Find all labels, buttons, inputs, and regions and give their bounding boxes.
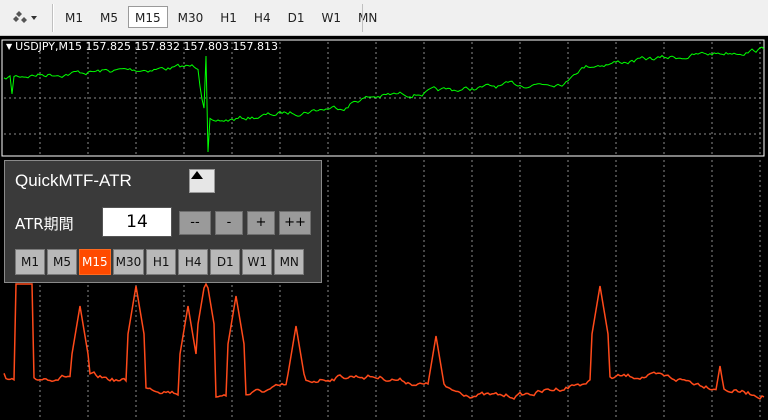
panel-tf-mn[interactable]: MN [274, 249, 305, 275]
tf-button-m30[interactable]: M30 [171, 6, 211, 28]
toolbar: M1 M5 M15 M30 H1 H4 D1 W1 MN [0, 0, 768, 36]
atr-period-label: ATR期間 [15, 215, 74, 233]
panel-tf-w1[interactable]: W1 [242, 249, 273, 275]
panel-timeframe-row: M1 M5 M15 M30 H1 H4 D1 W1 MN [15, 249, 306, 275]
panel-tf-m1[interactable]: M1 [15, 249, 45, 275]
price-chart-area[interactable]: ▼ USDJPY,M15 157.825 157.832 157.803 157.… [0, 36, 768, 420]
tf-button-mn[interactable]: MN [351, 6, 384, 28]
symbol-info: ▼ USDJPY,M15 157.825 157.832 157.803 157.… [6, 40, 278, 53]
panel-title: QuickMTF-ATR [15, 171, 132, 190]
timeframe-toolbar: M1 M5 M15 M30 H1 H4 D1 W1 MN [58, 6, 387, 30]
panel-tf-h4[interactable]: H4 [178, 249, 209, 275]
cursor-tools-icon [13, 11, 37, 23]
increase-button[interactable]: + [247, 211, 275, 235]
atr-period-input[interactable]: 14 [102, 207, 172, 237]
decrease-button[interactable]: - [215, 211, 243, 235]
symbol-info-text: USDJPY,M15 157.825 157.832 157.803 157.8… [15, 40, 278, 53]
triangle-up-icon [191, 171, 203, 179]
tf-button-m5[interactable]: M5 [93, 6, 125, 28]
tf-button-h1[interactable]: H1 [213, 6, 244, 28]
panel-tf-m15[interactable]: M15 [79, 249, 111, 275]
toolbar-separator [52, 4, 53, 32]
tf-button-h4[interactable]: H4 [247, 6, 278, 28]
increase-big-button[interactable]: ++ [279, 211, 311, 235]
cursor-tools-button[interactable] [6, 7, 42, 29]
tf-button-m15[interactable]: M15 [128, 6, 168, 28]
atr-line [3, 282, 765, 400]
panel-tf-h1[interactable]: H1 [146, 249, 177, 275]
tf-button-d1[interactable]: D1 [281, 6, 312, 28]
decrease-big-button[interactable]: -- [179, 211, 211, 235]
toolbar-separator [362, 4, 363, 32]
price-line [3, 46, 765, 153]
dropdown-triangle-icon[interactable]: ▼ [6, 42, 12, 51]
panel-tf-m5[interactable]: M5 [47, 249, 77, 275]
tf-button-m1[interactable]: M1 [58, 6, 90, 28]
collapse-button[interactable] [189, 169, 215, 193]
panel-tf-m30[interactable]: M30 [112, 249, 145, 275]
panel-tf-d1[interactable]: D1 [210, 249, 241, 275]
tf-button-w1[interactable]: W1 [314, 6, 348, 28]
quickmtf-atr-panel: QuickMTF-ATR ATR期間 14 -- - + ++ M1 M5 M1… [4, 160, 322, 283]
